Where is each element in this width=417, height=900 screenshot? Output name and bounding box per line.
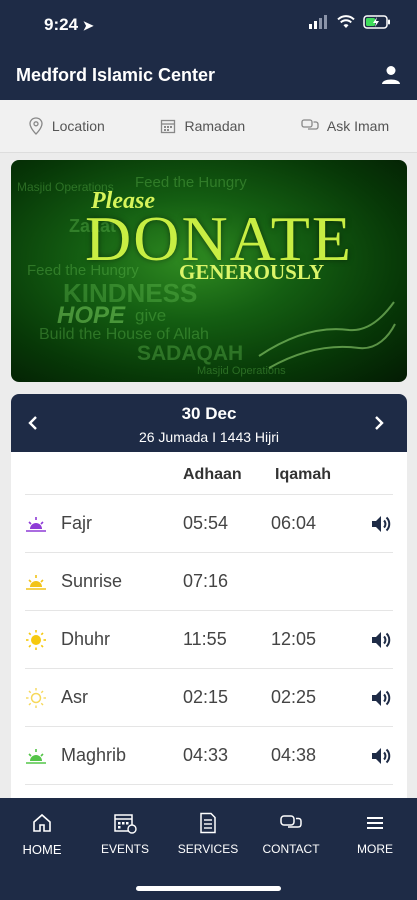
iqamah-time: 02:25 — [271, 687, 317, 707]
adhaan-time: 05:54 — [183, 513, 229, 533]
status-time-text: 9:24 — [44, 15, 79, 34]
status-icons — [309, 15, 391, 29]
prayer-times-card: 30 Dec 26 Jumada I 1443 Hijri Adhaan Iqa… — [11, 394, 407, 814]
prayer-name: Dhuhr — [61, 629, 111, 649]
prayer-name: Sunrise — [61, 571, 123, 591]
sun-icon — [26, 630, 46, 650]
location-pin-icon — [29, 117, 43, 135]
quick-links-bar: Location Ramadan Ask Imam — [0, 100, 417, 153]
prayer-name: Asr — [61, 687, 88, 707]
location-arrow-icon: ➤ — [82, 18, 94, 33]
home-indicator — [136, 886, 281, 891]
adhaan-time: 04:33 — [183, 745, 229, 765]
nav-services-label: SERVICES — [177, 842, 239, 856]
adhaan-time: 07:16 — [183, 571, 229, 591]
nav-events-label: EVENTS — [100, 842, 149, 856]
wifi-icon — [337, 15, 355, 28]
nav-home[interactable]: HOME — [2, 812, 82, 857]
ramadan-link[interactable]: Ramadan — [160, 118, 245, 134]
iqamah-column-header: Iqamah — [275, 466, 332, 483]
adhaan-column-header: Adhaan — [183, 466, 242, 483]
location-link-label: Location — [51, 118, 105, 134]
iqamah-time: 06:04 — [271, 513, 317, 533]
status-bar: 9:24 ➤ — [0, 0, 417, 50]
donate-banner[interactable]: Masjid Operations Feed the Hungry Zakat … — [11, 160, 407, 382]
events-icon — [114, 814, 137, 834]
status-time: 9:24 ➤ — [44, 15, 94, 35]
bottom-navigation: HOME EVENTS SERVICES CONTACT MORE — [0, 798, 417, 900]
prayer-name: Fajr — [61, 513, 92, 533]
contact-icon — [280, 815, 302, 828]
fajr-sunrise-icon — [26, 517, 46, 532]
sun-outline-icon — [26, 688, 46, 708]
sunrise-icon — [26, 575, 46, 590]
nav-events[interactable]: EVENTS — [85, 812, 165, 856]
user-icon — [382, 66, 400, 84]
iqamah-time: 12:05 — [271, 629, 317, 649]
nav-services[interactable]: SERVICES — [168, 812, 248, 856]
prayer-name: Maghrib — [61, 745, 127, 765]
speaker-icon[interactable] — [369, 686, 393, 710]
app-title: Medford Islamic Center — [16, 65, 216, 85]
location-link[interactable]: Location — [28, 117, 105, 135]
date-header: 30 Dec 26 Jumada I 1443 Hijri — [11, 394, 407, 452]
nav-contact-label: CONTACT — [262, 842, 320, 856]
gregorian-date: 30 Dec — [181, 404, 237, 423]
nav-home-label: HOME — [22, 842, 62, 857]
adhaan-time: 02:15 — [183, 687, 229, 707]
services-icon — [200, 812, 216, 834]
chevron-right-icon — [375, 416, 384, 430]
banner-bg-word: give — [135, 306, 167, 325]
nav-contact[interactable]: CONTACT — [251, 812, 331, 856]
sunset-icon — [26, 749, 46, 764]
speaker-icon[interactable] — [369, 628, 393, 652]
ask-imam-link-label: Ask Imam — [326, 118, 390, 134]
prayer-row-maghrib: Maghrib 04:33 04:38 — [25, 726, 393, 784]
banner-generously-text: GENEROUSLY — [179, 260, 325, 284]
prayer-row-fajr: Fajr 05:54 06:04 — [25, 494, 393, 552]
ask-imam-link[interactable]: Ask Imam — [301, 118, 389, 134]
chat-icon — [301, 119, 319, 130]
prayer-row-dhuhr: Dhuhr 11:55 12:05 — [25, 610, 393, 668]
prayer-row-sunrise: Sunrise 07:16 — [25, 552, 393, 610]
calendar-icon — [161, 119, 176, 134]
home-icon — [33, 813, 51, 832]
praying-hands-icon — [258, 301, 396, 369]
hijri-date: 26 Jumada I 1443 Hijri — [138, 429, 280, 445]
prayer-row-asr: Asr 02:15 02:25 — [25, 668, 393, 726]
iqamah-time: 04:38 — [271, 745, 317, 765]
app-header: Medford Islamic Center — [0, 50, 417, 100]
ramadan-link-label: Ramadan — [184, 118, 246, 134]
nav-more[interactable]: MORE — [335, 812, 415, 856]
next-day-button[interactable] — [367, 411, 391, 435]
signal-icon — [309, 15, 327, 29]
speaker-icon[interactable] — [369, 512, 393, 536]
speaker-icon[interactable] — [369, 744, 393, 768]
battery-charging-icon — [363, 15, 390, 29]
profile-button[interactable] — [379, 63, 403, 87]
nav-more-label: MORE — [357, 842, 393, 856]
adhaan-time: 11:55 — [183, 629, 227, 649]
banner-bg-word: SADAQAH — [137, 342, 244, 365]
menu-icon — [367, 817, 383, 829]
